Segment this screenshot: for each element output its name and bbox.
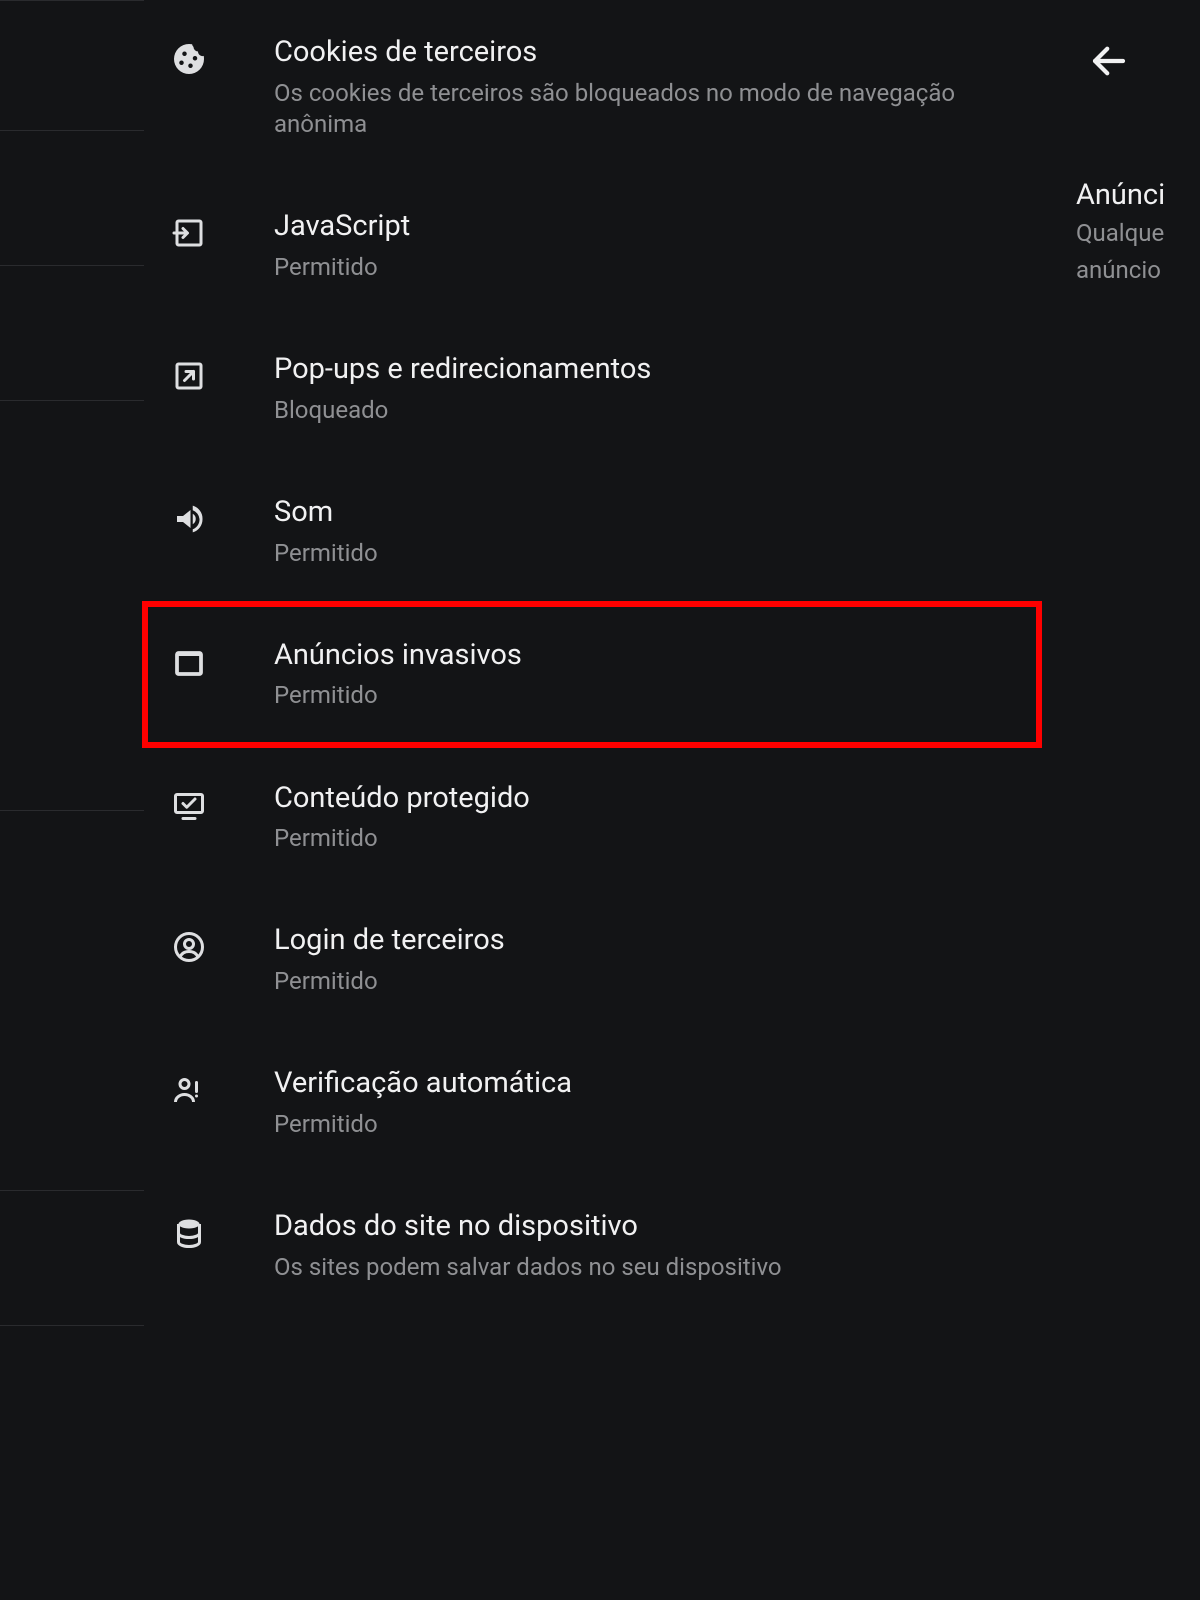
cookie-icon: [168, 38, 210, 80]
peek-sub-1: Qualque: [1076, 218, 1200, 249]
separator: [0, 1325, 144, 1326]
setting-javascript[interactable]: JavaScript Permitido: [144, 174, 1040, 317]
setting-title: JavaScript: [274, 208, 1040, 246]
setting-sub: Permitido: [274, 680, 1040, 711]
settings-list: Cookies de terceiros Os cookies de terce…: [144, 0, 1040, 1600]
separator: [0, 265, 144, 266]
setting-title: Login de terceiros: [274, 922, 1040, 960]
setting-title: Som: [274, 494, 1040, 532]
setting-title: Conteúdo protegido: [274, 780, 1040, 818]
protected-monitor-icon: [168, 784, 210, 826]
setting-popups[interactable]: Pop-ups e redirecionamentos Bloqueado: [144, 317, 1040, 460]
back-arrow-icon[interactable]: [1088, 40, 1130, 82]
setting-sub: Permitido: [274, 823, 1040, 854]
ads-box-icon: [168, 641, 210, 683]
setting-auto-verify[interactable]: Verificação automática Permitido: [144, 1031, 1040, 1174]
setting-title: Dados do site no dispositivo: [274, 1208, 1040, 1246]
setting-sub: Os cookies de terceiros são bloqueados n…: [274, 78, 1040, 140]
separator: [0, 400, 144, 401]
peek-title: Anúnci: [1076, 178, 1200, 212]
setting-sub: Permitido: [274, 538, 1040, 569]
separator: [0, 0, 144, 1]
verify-person-icon: [168, 1069, 210, 1111]
peek-sub-2: anúncio: [1076, 255, 1200, 286]
right-peek-panel: Anúnci Qualque anúncio: [1040, 0, 1200, 1600]
setting-invasive-ads[interactable]: Anúncios invasivos Permitido: [144, 603, 1040, 746]
setting-title: Verificação automática: [274, 1065, 1040, 1103]
setting-protected-content[interactable]: Conteúdo protegido Permitido: [144, 746, 1040, 889]
account-circle-icon: [168, 926, 210, 968]
left-gutter: [0, 0, 144, 1600]
separator: [0, 130, 144, 131]
setting-third-party-login[interactable]: Login de terceiros Permitido: [144, 888, 1040, 1031]
database-icon: [168, 1212, 210, 1254]
setting-title: Pop-ups e redirecionamentos: [274, 351, 1040, 389]
setting-sub: Os sites podem salvar dados no seu dispo…: [274, 1252, 1040, 1283]
open-in-new-icon: [168, 355, 210, 397]
separator: [0, 810, 144, 811]
setting-cookies[interactable]: Cookies de terceiros Os cookies de terce…: [144, 0, 1040, 174]
setting-sub: Permitido: [274, 252, 1040, 283]
setting-title: Anúncios invasivos: [274, 637, 1040, 675]
setting-sub: Bloqueado: [274, 395, 1040, 426]
setting-title: Cookies de terceiros: [274, 34, 1040, 72]
setting-sub: Permitido: [274, 1109, 1040, 1140]
login-arrow-box-icon: [168, 212, 210, 254]
setting-sound[interactable]: Som Permitido: [144, 460, 1040, 603]
setting-site-data[interactable]: Dados do site no dispositivo Os sites po…: [144, 1174, 1040, 1317]
setting-sub: Permitido: [274, 966, 1040, 997]
separator: [0, 1190, 144, 1191]
volume-icon: [168, 498, 210, 540]
